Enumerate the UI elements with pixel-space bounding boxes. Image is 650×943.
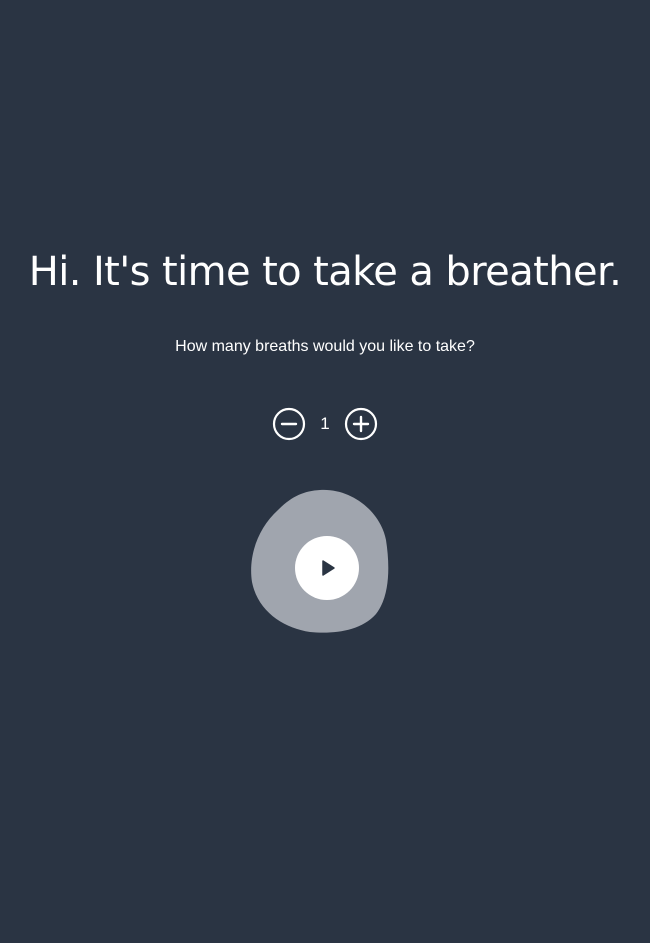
breath-count-stepper: 1: [0, 407, 650, 441]
page-headline: Hi. It's time to take a breather.: [28, 249, 622, 295]
increment-button[interactable]: [344, 407, 378, 441]
start-breathing-button[interactable]: [295, 536, 359, 600]
breath-count-question: How many breaths would you like to take?: [175, 338, 475, 355]
breath-count-value: 1: [320, 414, 330, 433]
plus-circle-icon: [344, 407, 378, 441]
play-icon: [322, 560, 335, 576]
decrement-button[interactable]: [272, 407, 306, 441]
minus-circle-icon: [272, 407, 306, 441]
